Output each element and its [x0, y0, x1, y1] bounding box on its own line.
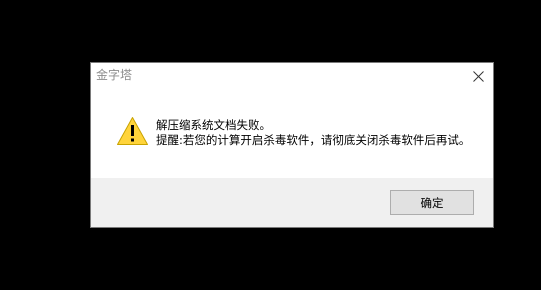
close-icon [472, 70, 484, 82]
ok-button[interactable]: 确定 [390, 190, 474, 215]
close-button[interactable] [463, 63, 493, 89]
dialog-titlebar: 金字塔 [91, 63, 493, 89]
message-line-hint: 提醒:若您的计算开启杀毒软件，请彻底关闭杀毒软件后再试。 [156, 133, 471, 147]
dialog-content: 解压缩系统文档失败。 提醒:若您的计算开启杀毒软件，请彻底关闭杀毒软件后再试。 [91, 89, 493, 178]
dialog-footer: 确定 [91, 178, 493, 227]
dialog-message: 解压缩系统文档失败。 提醒:若您的计算开启杀毒软件，请彻底关闭杀毒软件后再试。 [156, 118, 470, 148]
error-dialog: 金字塔 解压缩系统文档失败。 提醒:若您的计算开启杀毒软件，请彻底关闭杀毒软件后… [90, 62, 494, 228]
dialog-title: 金字塔 [96, 68, 133, 82]
message-line-error: 解压缩系统文档失败。 [156, 118, 271, 132]
warning-icon [117, 117, 148, 145]
